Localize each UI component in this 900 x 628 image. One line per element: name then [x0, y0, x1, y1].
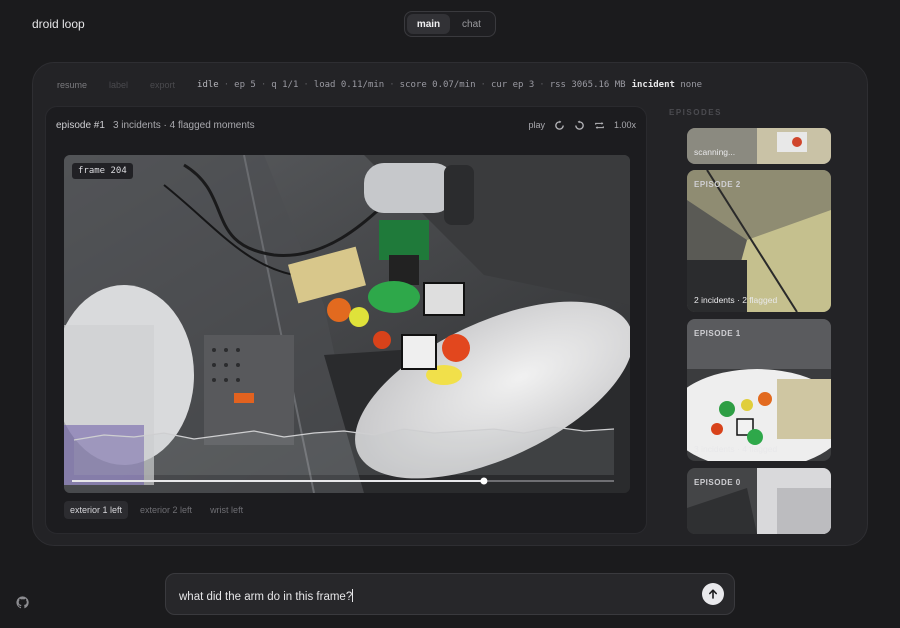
video-frame[interactable]: frame 204: [64, 155, 630, 493]
chat-input[interactable]: what did the arm do in this frame?: [165, 573, 735, 615]
status-cur-ep: cur ep 3: [490, 80, 535, 90]
rotate-icon[interactable]: [574, 119, 585, 131]
episode-label: EPISODE 2: [694, 180, 741, 189]
chat-input-text[interactable]: what did the arm do in this frame?: [179, 589, 354, 603]
arrow-up-icon: [707, 588, 719, 600]
episode-thumbnail-image: [687, 128, 831, 164]
reset-icon[interactable]: [554, 119, 565, 131]
status-incident-value: none: [680, 80, 703, 90]
github-icon: [15, 595, 29, 609]
play-button[interactable]: play: [528, 120, 545, 130]
episode-thumb-scanning[interactable]: scanning...: [687, 128, 831, 164]
player-header: episode #1 3 incidents · 4 flagged momen…: [56, 117, 636, 133]
episode-title: episode #1: [56, 119, 105, 131]
episodes-heading: EPISODES: [669, 108, 722, 117]
playback-speed[interactable]: 1.00x: [614, 120, 636, 130]
resume-button[interactable]: resume: [57, 80, 87, 90]
episode-player: episode #1 3 incidents · 4 flagged momen…: [45, 106, 647, 534]
episode-list: scanning... EPISODE 2 2 incidents · 2 fl…: [687, 128, 831, 534]
tab-main[interactable]: main: [407, 14, 450, 34]
status-score: score 0.07/min: [399, 80, 476, 90]
episode-thumb-0[interactable]: EPISODE 0: [687, 468, 831, 534]
text-caret: [352, 589, 354, 602]
episode-thumb-1[interactable]: EPISODE 1 3 incidents · 4 flagged: [687, 319, 831, 461]
episode-thumbnail-image: [687, 170, 831, 312]
status-load: load 0.11/min: [313, 80, 385, 90]
loop-icon[interactable]: [594, 120, 605, 131]
scrubber[interactable]: [64, 155, 630, 493]
scrubber-handle[interactable]: [480, 477, 488, 485]
tab-chat[interactable]: chat: [450, 14, 493, 34]
camera-tab-exterior-1-left[interactable]: exterior 1 left: [64, 501, 129, 519]
episode-caption: scanning...: [694, 147, 736, 157]
send-button[interactable]: [702, 583, 724, 605]
camera-tabs: exterior 1 left exterior 2 left wrist le…: [64, 501, 249, 519]
status-ep: ep 5: [234, 80, 256, 90]
status-incident-label: incident: [631, 80, 675, 90]
status-rss: rss 3065.16 MB: [549, 80, 626, 90]
episode-caption: 3 incidents · 4 flagged: [694, 444, 778, 454]
episode-thumb-2[interactable]: EPISODE 2 2 incidents · 2 flagged: [687, 170, 831, 312]
app-title: droid loop: [32, 17, 85, 31]
label-button[interactable]: label: [109, 80, 128, 90]
camera-tab-exterior-2-left[interactable]: exterior 2 left: [134, 501, 198, 519]
status-state: idle: [197, 80, 219, 90]
github-button[interactable]: [12, 592, 32, 612]
episode-caption: 2 incidents · 2 flagged: [694, 295, 778, 305]
episode-label: EPISODE 1: [694, 329, 741, 338]
episode-label: EPISODE 0: [694, 478, 741, 487]
main-panel: resume label export idle · ep 5 · q 1/1 · load…: [32, 62, 868, 546]
chat-input-value: what did the arm do in this frame?: [179, 591, 353, 603]
episode-thumbnail-image: [687, 319, 831, 461]
status-queue: q 1/1: [271, 80, 299, 90]
mode-switch: main chat: [404, 11, 496, 37]
episode-summary: 3 incidents · 4 flagged moments: [112, 119, 255, 131]
status-readout: idle · ep 5 · q 1/1 · load 0.11/min · score 0.07…: [197, 80, 703, 90]
camera-tab-wrist-left[interactable]: wrist left: [204, 501, 249, 519]
export-button[interactable]: export: [150, 80, 175, 90]
status-bar: resume label export idle · ep 5 · q 1/1 · load…: [57, 78, 702, 92]
player-controls: play 1.00x: [528, 119, 636, 131]
